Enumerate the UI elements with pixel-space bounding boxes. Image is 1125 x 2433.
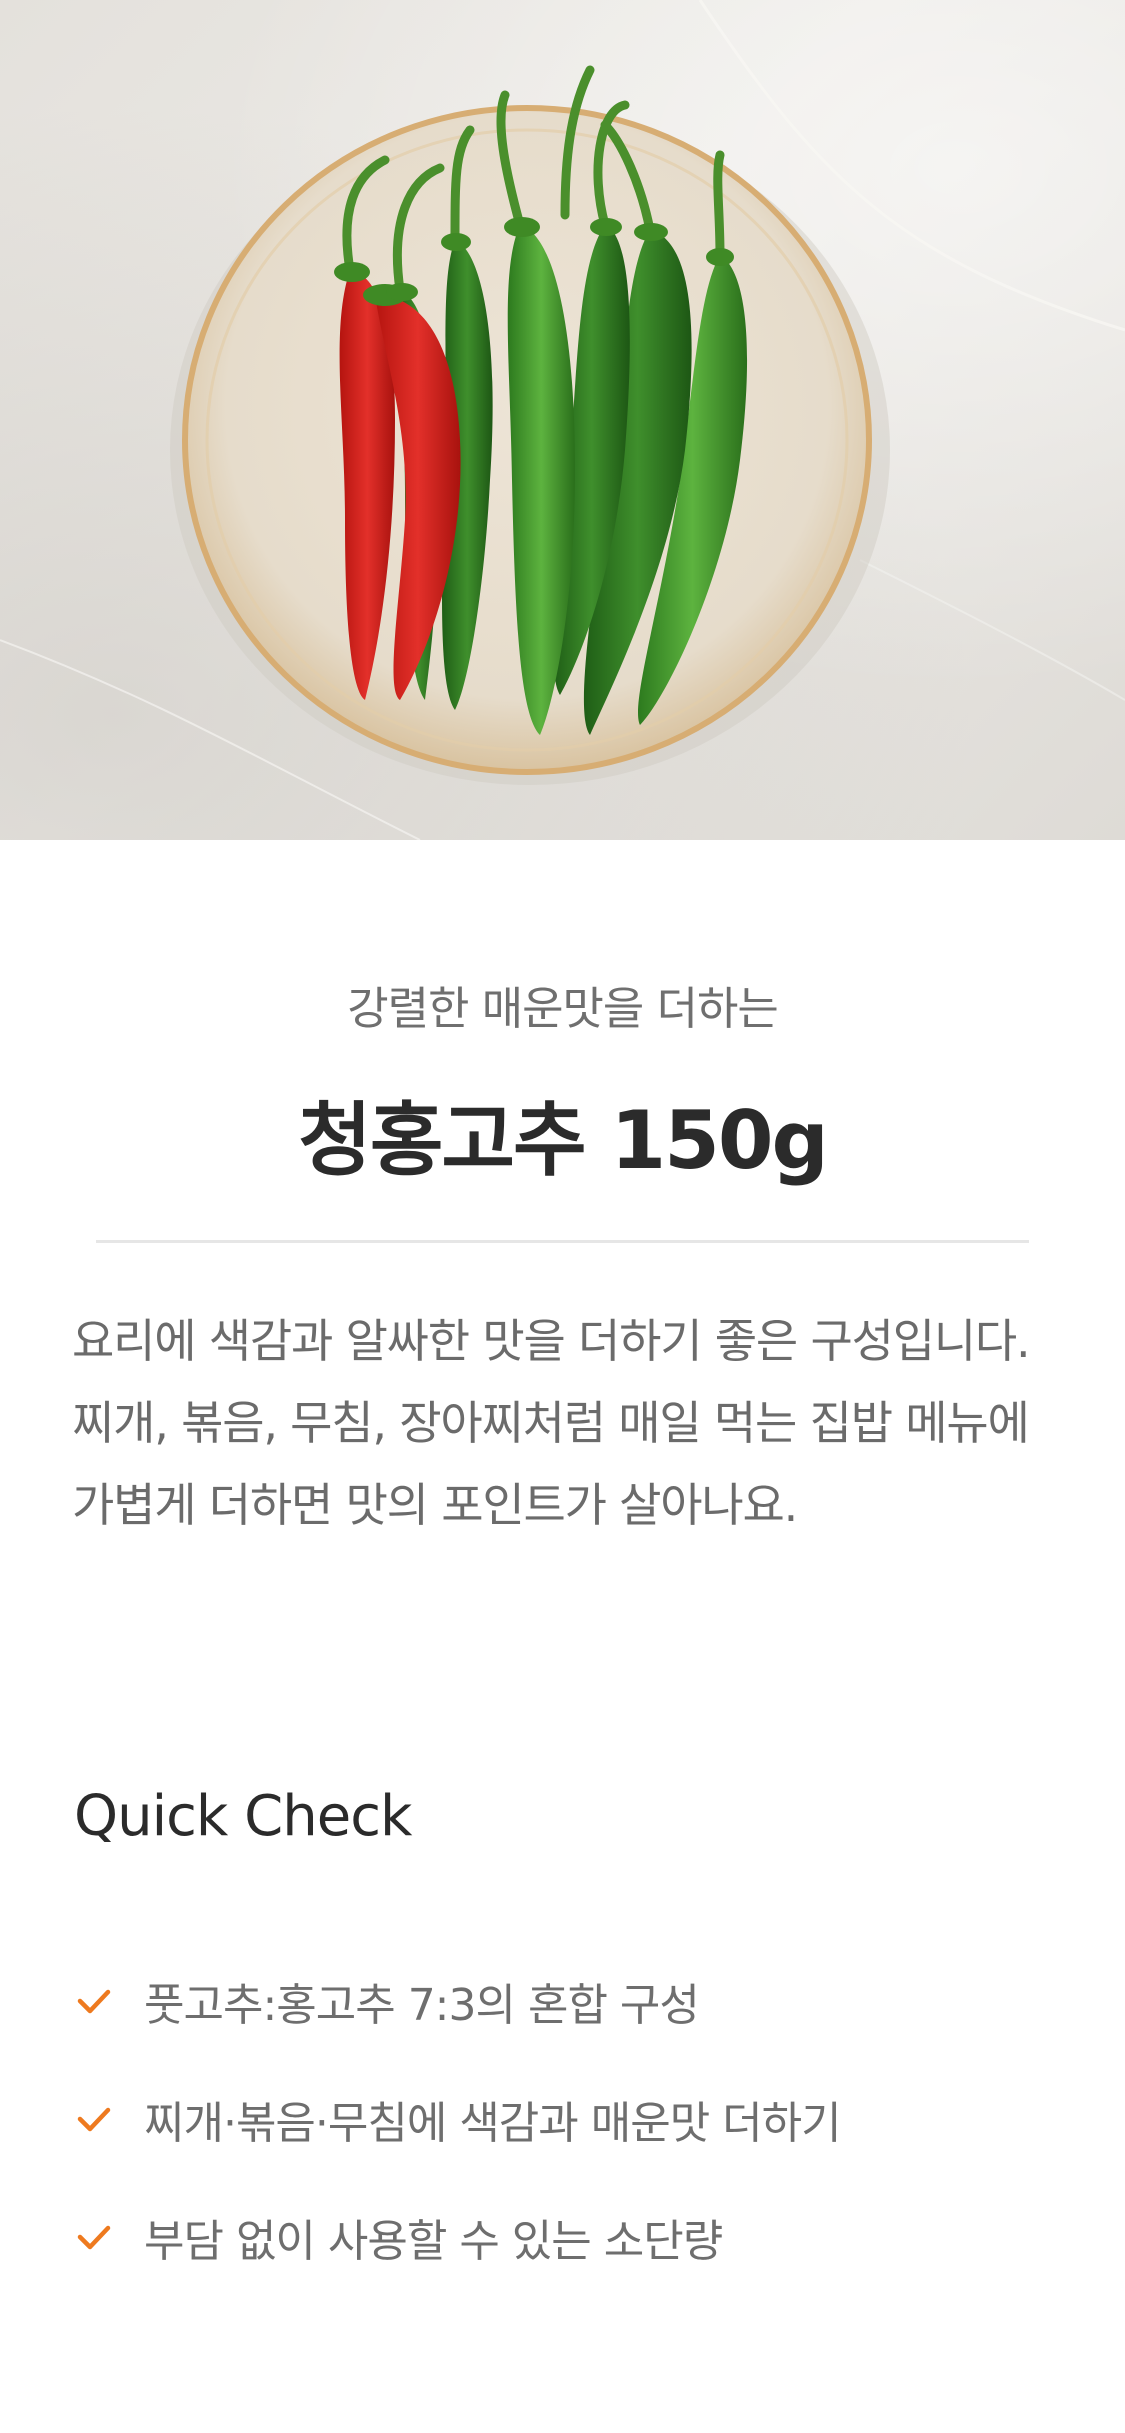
description-line: 가볍게 더하면 맛의 포인트가 살아나요. [72,1478,798,1532]
product-subtitle: 강렬한 매운맛을 더하는 [347,982,779,1035]
checkmark-icon [77,2225,111,2250]
divider [96,1240,1029,1243]
product-description: 요리에 색감과 알싸한 맛을 더하기 좋은 구성입니다. 찌개, 볶음, 무침,… [72,1300,1062,1546]
description-line: 찌개, 볶음, 무침, 장아찌처럼 매일 먹는 집밥 메뉴에 [72,1396,1030,1450]
product-detail-section: 강렬한 매운맛을 더하는 청홍고추 150g 요리에 색감과 알싸한 맛을 더하… [0,840,1125,2433]
list-item-label: 찌개·볶음·무침에 색감과 매운맛 더하기 [144,2098,842,2149]
product-title: 청홍고추 150g [298,1094,829,1187]
list-item: 풋고추:홍고추 7:3의 혼합 구성 [74,1942,1054,2060]
quick-check-heading: Quick Check [74,1784,412,1849]
chili-peppers-on-plate-illustration [0,0,1125,840]
description-line: 요리에 색감과 알싸한 맛을 더하기 좋은 구성입니다. [72,1314,1031,1368]
quick-check-list: 풋고추:홍고추 7:3의 혼합 구성 찌개·볶음·무침에 색감과 매운맛 더하기… [74,1942,1054,2296]
hero-product-photo [0,0,1125,840]
list-item-label: 부담 없이 사용할 수 있는 소단량 [144,2216,723,2267]
checkmark-icon [77,1989,111,2014]
list-item-label: 풋고추:홍고추 7:3의 혼합 구성 [144,1980,700,2031]
list-item: 찌개·볶음·무침에 색감과 매운맛 더하기 [74,2060,1054,2178]
list-item: 부담 없이 사용할 수 있는 소단량 [74,2178,1054,2296]
checkmark-icon [77,2107,111,2132]
